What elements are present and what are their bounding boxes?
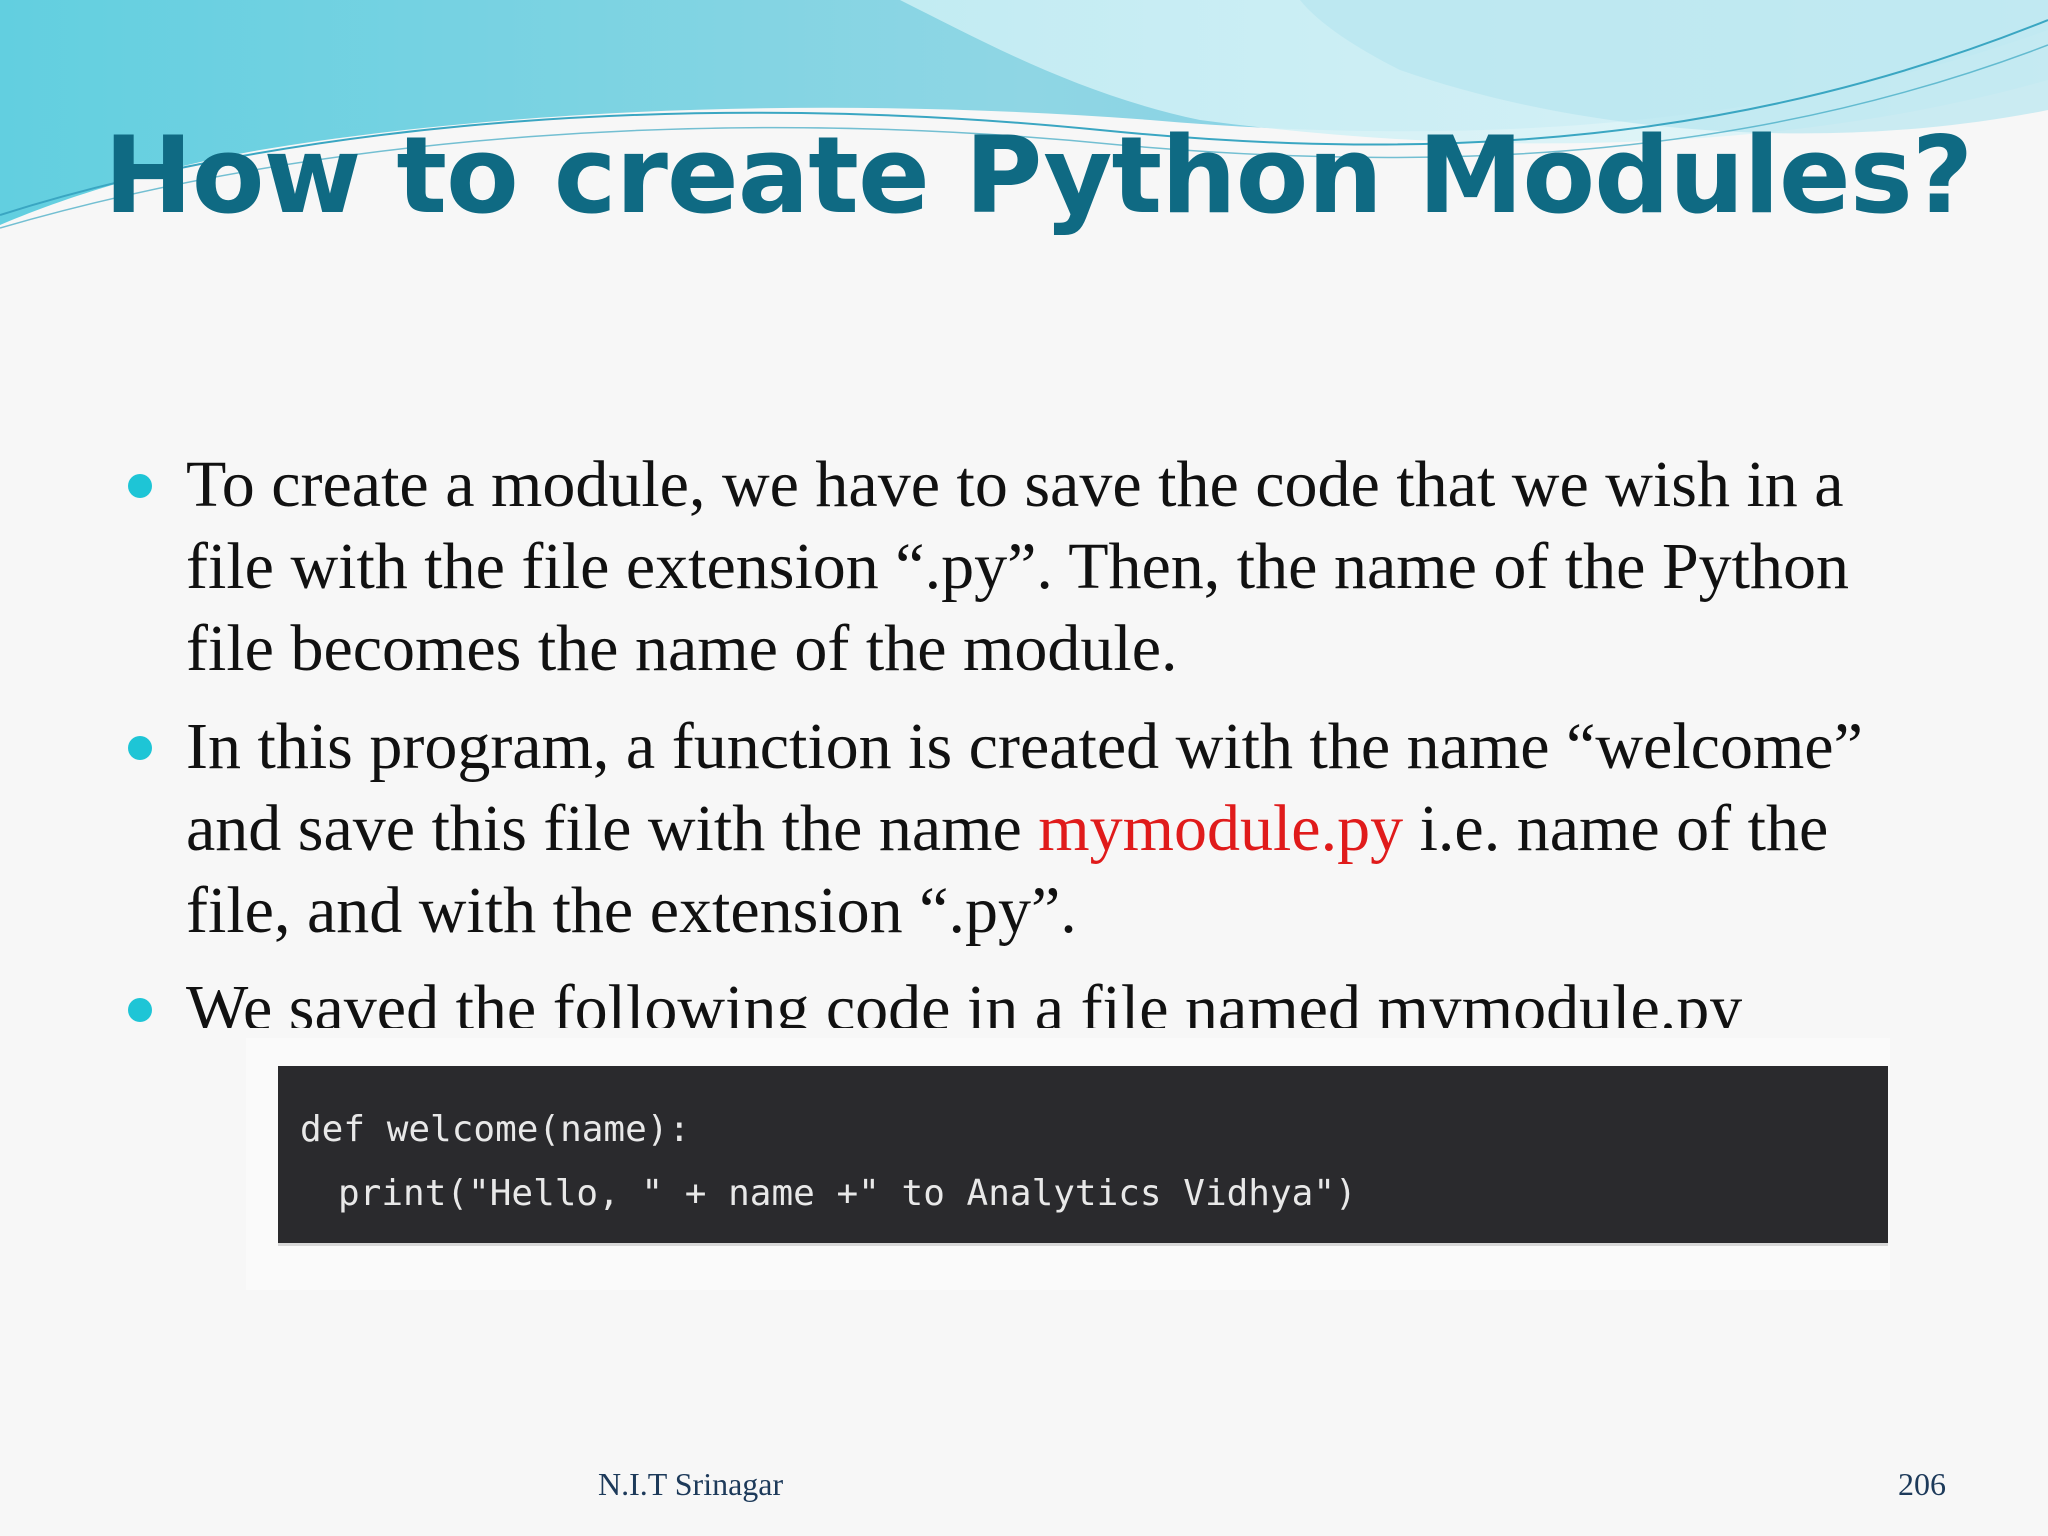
- footer-institution: N.I.T Srinagar: [598, 1466, 784, 1502]
- bullet-dot-icon: [128, 474, 152, 498]
- bullet-list: To create a module, we have to save the …: [128, 444, 1928, 1028]
- slide-title: How to create Python Modules?: [104, 114, 1973, 237]
- bullet-item: In this program, a function is created w…: [128, 706, 1928, 952]
- code-snippet: def welcome(name): print("Hello, " + nam…: [278, 1066, 1888, 1246]
- module-filename-highlight: mymodule.py: [1038, 792, 1404, 865]
- bullet-dot-icon: [128, 736, 152, 760]
- bullet-item: We saved the following code in a file na…: [128, 968, 1928, 1028]
- bullet-dot-icon: [128, 998, 152, 1022]
- code-line: def welcome(name):: [300, 1109, 691, 1150]
- bullet-text: We saved the following code in a file na…: [186, 972, 1743, 1028]
- page-number: 206: [1898, 1466, 1946, 1502]
- bullet-text: To create a module, we have to save the …: [186, 448, 1850, 685]
- code-line: print("Hello, " + name +" to Analytics V…: [338, 1173, 1357, 1214]
- bullet-item: To create a module, we have to save the …: [128, 444, 1928, 690]
